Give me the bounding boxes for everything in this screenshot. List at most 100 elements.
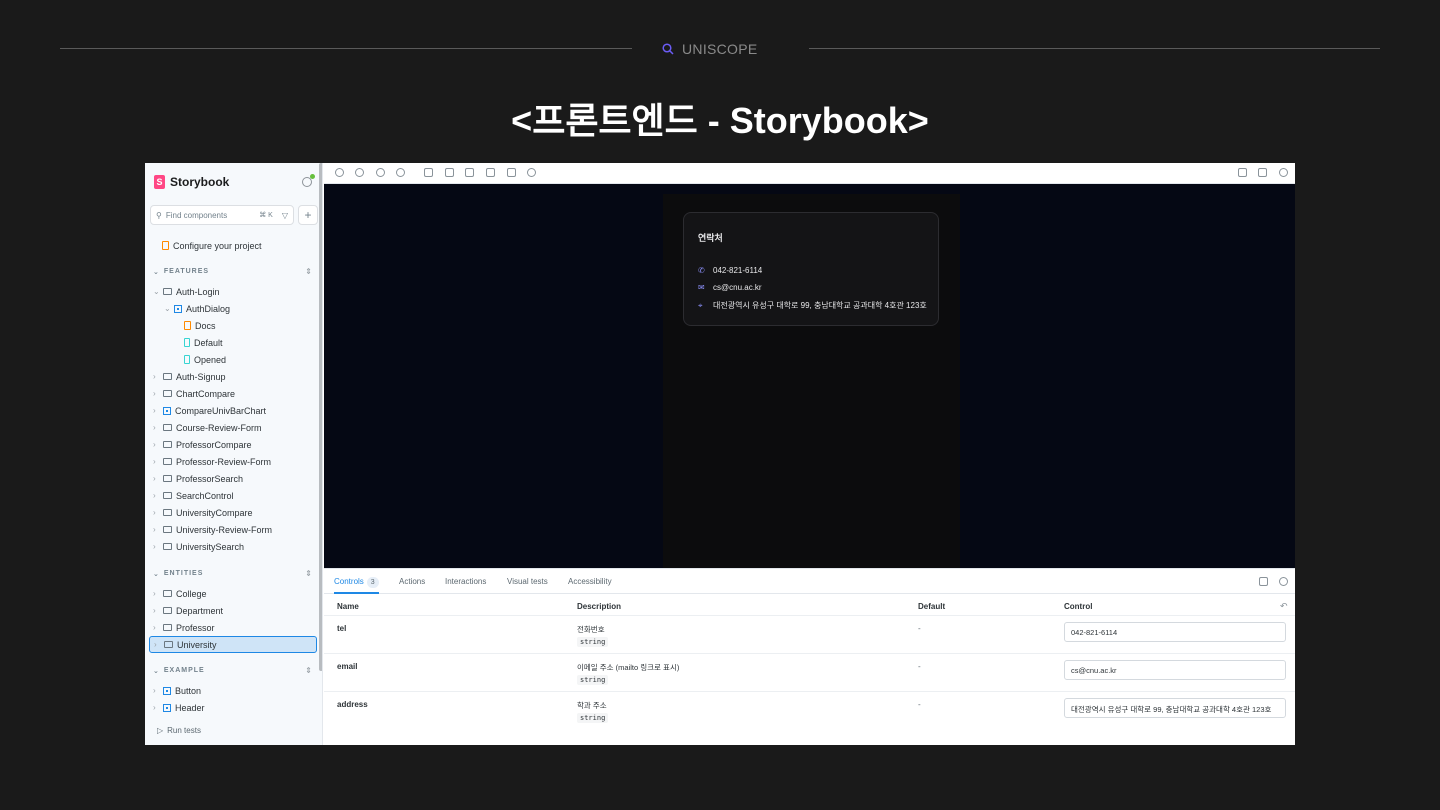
- sidebar-item-college[interactable]: › College: [153, 586, 207, 601]
- viewport-icon[interactable]: [465, 168, 474, 177]
- sidebar-item-professor-review-form[interactable]: › Professor-Review-Form: [153, 454, 271, 469]
- phone-icon: ✆: [698, 266, 705, 275]
- reset-controls-icon[interactable]: ↶: [1280, 601, 1288, 612]
- contact-card-title: 연락처: [698, 233, 723, 243]
- sidebar-item-docs[interactable]: Docs: [184, 318, 216, 333]
- brand: UNISCOPE: [662, 40, 758, 58]
- tab-actions[interactable]: Actions: [399, 569, 425, 594]
- contact-email[interactable]: ✉ cs@cnu.ac.kr: [698, 283, 762, 292]
- grid-icon[interactable]: [424, 168, 433, 177]
- sidebar-item-department[interactable]: › Department: [153, 603, 223, 618]
- arg-description: 이메일 주소 (mailto 링크로 표시): [577, 663, 680, 672]
- sidebar-item-auth-login[interactable]: ⌄ Auth-Login: [153, 284, 220, 299]
- sidebar-scrollbar[interactable]: [319, 163, 322, 671]
- chevron-right-icon: ›: [153, 703, 156, 712]
- folder-icon: [163, 509, 172, 516]
- tab-visual-tests[interactable]: Visual tests: [507, 569, 548, 594]
- controls-count-badge: 3: [366, 577, 379, 588]
- sidebar-item-default[interactable]: Default: [184, 335, 223, 350]
- storybook-logo[interactable]: S Storybook: [154, 175, 229, 189]
- chevron-right-icon: ›: [153, 623, 156, 632]
- storybook-logo-icon: S: [154, 175, 165, 189]
- table-row: address 학과 주소 string - 대전광역시 유성구 대학로 99,…: [324, 691, 1295, 729]
- col-name: Name: [337, 602, 359, 611]
- group-example[interactable]: ⌄ EXAMPLE ⇕: [153, 666, 313, 675]
- close-panel-icon[interactable]: [1279, 577, 1288, 586]
- tab-controls[interactable]: Controls 3: [334, 569, 379, 594]
- sidebar-item-course-review-form[interactable]: › Course-Review-Form: [153, 420, 262, 435]
- expand-collapse-icon[interactable]: ⇕: [305, 569, 313, 578]
- mail-icon: ✉: [698, 283, 705, 292]
- open-new-tab-icon[interactable]: [1258, 168, 1267, 177]
- zoom-in-icon[interactable]: [355, 168, 364, 177]
- sidebar-item-professorcompare[interactable]: › ProfessorCompare: [153, 437, 252, 452]
- chevron-right-icon: ›: [153, 508, 156, 517]
- search-input[interactable]: ⚲ Find components ⌘ K ▽: [150, 205, 294, 225]
- sidebar-item-compareunivbarchart[interactable]: › CompareUnivBarChart: [153, 403, 266, 418]
- folder-icon: [163, 424, 172, 431]
- folder-icon: [163, 390, 172, 397]
- tel-control-input[interactable]: 042-821-6114: [1064, 622, 1286, 642]
- group-entities[interactable]: ⌄ ENTITIES ⇕: [153, 569, 313, 578]
- expand-collapse-icon[interactable]: ⇕: [305, 267, 313, 276]
- filter-icon[interactable]: ▽: [282, 211, 288, 220]
- story-preview: 연락처 ✆ 042-821-6114 ✉ cs@cnu.ac.kr ⌖ 대전광역…: [324, 184, 1295, 568]
- reload-icon[interactable]: [335, 168, 344, 177]
- panel-orientation-icon[interactable]: [1259, 577, 1268, 586]
- sidebar-item-authdialog[interactable]: ⌄ AuthDialog: [164, 301, 230, 316]
- col-description: Description: [577, 602, 622, 611]
- chevron-down-icon: ⌄: [153, 268, 160, 276]
- sidebar-item-university[interactable]: › University: [149, 636, 317, 653]
- storybook-window: S Storybook ⚲ Find components ⌘ K ▽ + Co…: [145, 163, 1295, 745]
- outline-icon[interactable]: [507, 168, 516, 177]
- contact-phone[interactable]: ✆ 042-821-6114: [698, 266, 762, 275]
- chevron-down-icon: ⌄: [153, 287, 160, 296]
- folder-icon: [163, 607, 172, 614]
- configure-project-link[interactable]: Configure your project: [162, 238, 262, 253]
- measure-icon[interactable]: [486, 168, 495, 177]
- header-divider-left: [60, 48, 632, 49]
- address-control-input[interactable]: 대전광역시 유성구 대학로 99, 충남대학교 공과대학 4호관 123호: [1064, 698, 1286, 718]
- component-icon: [163, 406, 171, 415]
- sidebar-item-searchcontrol[interactable]: › SearchControl: [153, 488, 234, 503]
- arg-description: 전화번호: [577, 625, 605, 634]
- fullscreen-icon[interactable]: [1238, 168, 1247, 177]
- sidebar-item-universitysearch[interactable]: › UniversitySearch: [153, 539, 244, 554]
- tab-accessibility[interactable]: Accessibility: [568, 569, 612, 594]
- arg-name: address: [337, 700, 368, 709]
- component-icon: [174, 304, 182, 313]
- accessibility-icon[interactable]: [527, 168, 536, 177]
- play-icon: ▷: [157, 726, 164, 735]
- expand-collapse-icon[interactable]: ⇕: [305, 666, 313, 675]
- sidebar-item-professor[interactable]: › Professor: [153, 620, 215, 635]
- sidebar-item-university-review-form[interactable]: › University-Review-Form: [153, 522, 272, 537]
- folder-icon: [163, 543, 172, 550]
- sidebar-item-universitycompare[interactable]: › UniversityCompare: [153, 505, 253, 520]
- arg-default: -: [918, 662, 921, 671]
- sidebar-item-opened[interactable]: Opened: [184, 352, 226, 367]
- chevron-right-icon: ›: [153, 372, 156, 381]
- email-control-input[interactable]: cs@cnu.ac.kr: [1064, 660, 1286, 680]
- zoom-out-icon[interactable]: [376, 168, 385, 177]
- folder-icon: [164, 641, 173, 648]
- tab-interactions[interactable]: Interactions: [445, 569, 486, 594]
- sidebar-item-chartcompare[interactable]: › ChartCompare: [153, 386, 235, 401]
- background-icon[interactable]: [445, 168, 454, 177]
- chevron-right-icon: ›: [153, 589, 156, 598]
- story-icon: [184, 355, 190, 364]
- add-button[interactable]: +: [298, 205, 318, 225]
- folder-icon: [163, 590, 172, 597]
- sidebar-item-professorsearch[interactable]: › ProfessorSearch: [153, 471, 243, 486]
- sidebar-item-button[interactable]: › Button: [153, 683, 201, 698]
- run-tests-button[interactable]: ▷ Run tests: [157, 726, 201, 735]
- zoom-reset-icon[interactable]: [396, 168, 405, 177]
- group-features[interactable]: ⌄ FEATURES ⇕: [153, 267, 313, 276]
- copy-link-icon[interactable]: [1279, 168, 1288, 177]
- settings-icon[interactable]: [302, 174, 315, 187]
- search-placeholder: Find components: [165, 210, 228, 220]
- sidebar: S Storybook ⚲ Find components ⌘ K ▽ + Co…: [145, 163, 323, 745]
- sidebar-item-auth-signup[interactable]: › Auth-Signup: [153, 369, 226, 384]
- sidebar-item-header[interactable]: › Header: [153, 700, 205, 715]
- header-divider-right: [809, 48, 1380, 49]
- chevron-right-icon: ›: [153, 389, 156, 398]
